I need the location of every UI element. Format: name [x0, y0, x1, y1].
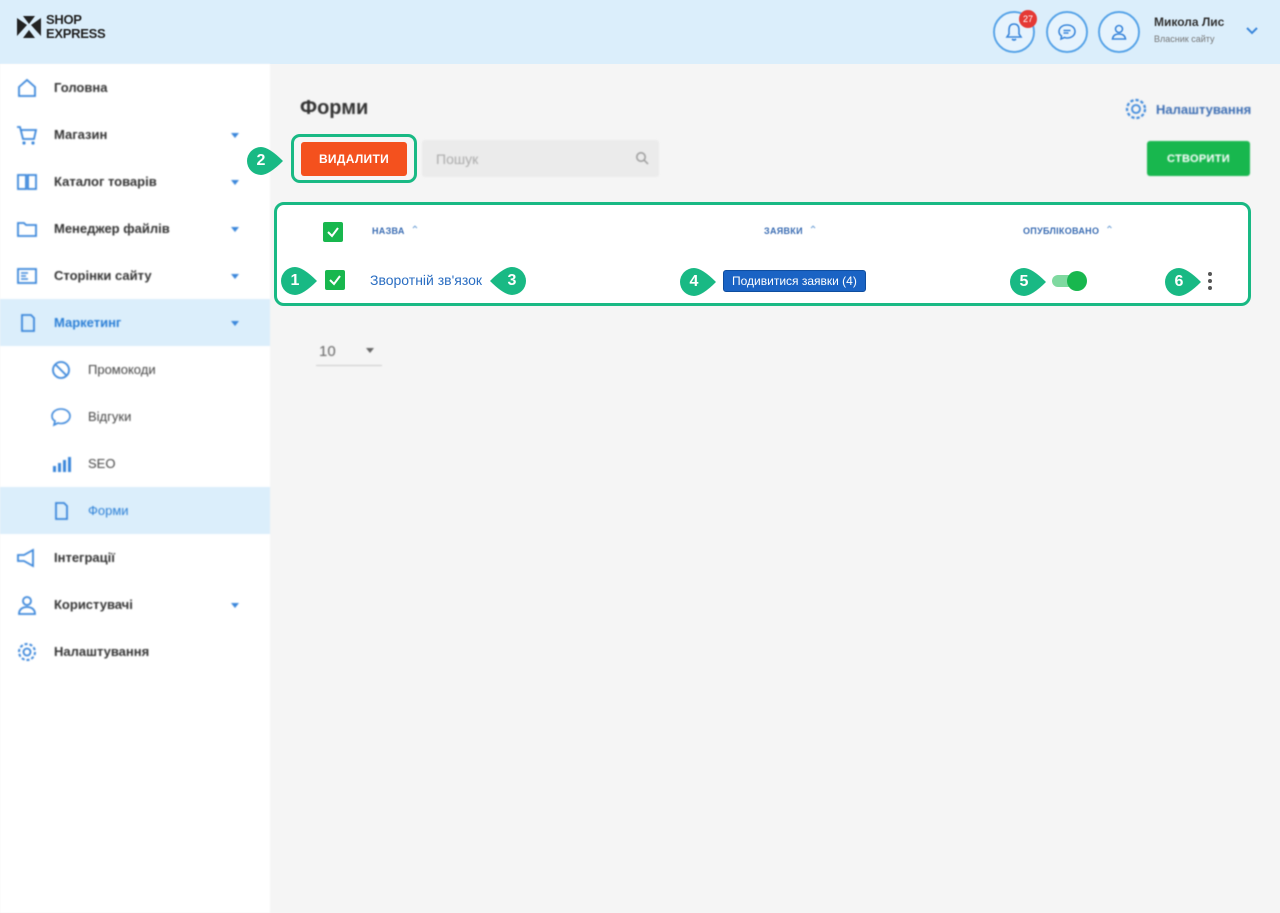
- caret-down-icon: [231, 273, 239, 279]
- pages-icon: [17, 267, 37, 284]
- column-header-published[interactable]: ОПУБЛІКОВАНО ⌃: [1023, 225, 1114, 236]
- logo[interactable]: SHOP EXPRESS: [14, 12, 106, 42]
- sidebar-item-label: Користувачі: [54, 597, 133, 612]
- column-header-label: НАЗВА: [372, 225, 405, 236]
- sidebar-subitem-reviews[interactable]: Відгуки: [0, 393, 270, 440]
- caret-down-icon: [366, 348, 374, 353]
- notifications-button[interactable]: 27: [993, 10, 1037, 53]
- callout-marker-2: 2: [247, 147, 283, 175]
- sort-icon: ⌃: [1105, 225, 1114, 236]
- sidebar-subitem-label: Промокоди: [88, 362, 156, 377]
- reviews-icon: [51, 407, 71, 426]
- view-requests-button[interactable]: Подивитися заявки (4): [723, 270, 866, 292]
- profile-button[interactable]: [1098, 11, 1140, 53]
- sidebar-subitem-promocodes[interactable]: Промокоди: [0, 346, 270, 393]
- cart-icon: [17, 125, 38, 145]
- home-icon: [18, 78, 36, 97]
- sidebar-subitem-seo[interactable]: SEO: [0, 440, 270, 487]
- forms-icon: [55, 501, 68, 520]
- sidebar: Головна Магазин Каталог товарів Менеджер…: [0, 64, 270, 913]
- sort-icon: ⌃: [808, 225, 818, 236]
- megaphone-icon: [17, 547, 34, 568]
- gear-icon: [18, 642, 36, 661]
- callout-marker-3: 3: [490, 267, 526, 295]
- callout-marker-4: 4: [680, 268, 716, 296]
- marketing-icon: [21, 313, 35, 332]
- top-header: SHOP EXPRESS 27 Микола Лис Власник сайту: [0, 0, 1280, 64]
- select-all-checkbox[interactable]: [323, 222, 343, 242]
- chat-icon: [1058, 24, 1076, 41]
- checkmark-icon: [327, 227, 339, 238]
- checkmark-icon: [329, 275, 341, 286]
- sidebar-item-label: Інтеграції: [54, 550, 115, 565]
- seo-icon: [53, 456, 71, 472]
- messages-button[interactable]: [1046, 11, 1088, 53]
- sort-icon: ⌃: [410, 225, 420, 236]
- sidebar-item-shop[interactable]: Магазин: [0, 111, 270, 158]
- sidebar-item-integrations[interactable]: Інтеграції: [0, 534, 270, 581]
- per-page-select[interactable]: 10: [316, 340, 382, 366]
- create-button[interactable]: СТВОРИТИ: [1147, 141, 1250, 176]
- column-header-name[interactable]: НАЗВА ⌃: [372, 225, 419, 236]
- logo-text-line1: SHOP: [46, 12, 82, 27]
- sidebar-item-label: Менеджер файлів: [54, 221, 170, 236]
- column-header-label: ОПУБЛІКОВАНО: [1023, 225, 1100, 236]
- sidebar-item-label: Головна: [54, 80, 108, 95]
- sidebar-subitem-label: SEO: [88, 456, 116, 471]
- more-actions-icon[interactable]: [1204, 272, 1216, 290]
- user-role: Власник сайту: [1154, 34, 1215, 44]
- sidebar-subitem-label: Форми: [88, 503, 129, 518]
- sidebar-item-label: Налаштування: [54, 644, 150, 659]
- search-icon[interactable]: [635, 151, 649, 165]
- sidebar-item-label: Маркетинг: [54, 315, 122, 330]
- row-checkbox[interactable]: [325, 270, 345, 290]
- callout-marker-1: 1: [281, 267, 317, 295]
- per-page-value: 10: [319, 343, 336, 360]
- sidebar-subitem-label: Відгуки: [88, 409, 132, 424]
- catalog-icon: [17, 173, 37, 190]
- column-header-requests[interactable]: ЗАЯВКИ ⌃: [764, 225, 818, 236]
- callout-marker-5: 5: [1010, 268, 1046, 296]
- sidebar-item-label: Каталог товарів: [54, 174, 157, 189]
- caret-down-icon: [231, 179, 239, 185]
- sidebar-item-file-manager[interactable]: Менеджер файлів: [0, 205, 270, 252]
- sidebar-item-users[interactable]: Користувачі: [0, 581, 270, 628]
- sidebar-item-home[interactable]: Головна: [0, 64, 270, 111]
- sidebar-item-pages[interactable]: Сторінки сайту: [0, 252, 270, 299]
- callout-marker-6: 6: [1165, 268, 1201, 296]
- search-input[interactable]: [422, 140, 659, 177]
- caret-down-icon: [231, 132, 239, 138]
- chevron-down-icon[interactable]: [1245, 24, 1259, 38]
- settings-link-label: Налаштування: [1156, 101, 1252, 117]
- user-icon: [1111, 24, 1127, 40]
- logo-text-line2: EXPRESS: [46, 26, 106, 41]
- sidebar-item-settings[interactable]: Налаштування: [0, 628, 270, 675]
- notifications-badge: 27: [1019, 10, 1037, 28]
- search-box: [422, 140, 659, 177]
- caret-down-icon: [231, 320, 239, 326]
- column-header-label: ЗАЯВКИ: [764, 225, 803, 236]
- delete-button[interactable]: ВИДАЛИТИ: [301, 142, 407, 176]
- settings-link[interactable]: Налаштування: [1124, 97, 1251, 121]
- toggle-knob: [1067, 271, 1087, 291]
- published-toggle[interactable]: [1052, 271, 1088, 291]
- sidebar-item-label: Магазин: [54, 127, 108, 142]
- sidebar-item-label: Сторінки сайту: [54, 268, 152, 283]
- form-name-link[interactable]: Зворотній зв'язок: [370, 272, 482, 288]
- logo-icon: [17, 16, 41, 38]
- user-icon: [18, 595, 36, 615]
- sidebar-subitem-forms[interactable]: Форми: [0, 487, 270, 534]
- promo-icon: [52, 360, 70, 379]
- user-name[interactable]: Микола Лис: [1154, 15, 1224, 29]
- folder-icon: [17, 221, 37, 237]
- gear-icon: [1125, 98, 1147, 120]
- sidebar-item-marketing[interactable]: Маркетинг: [0, 299, 270, 346]
- caret-down-icon: [231, 226, 239, 232]
- sidebar-item-catalog[interactable]: Каталог товарів: [0, 158, 270, 205]
- caret-down-icon: [231, 602, 239, 608]
- page-title: Форми: [300, 97, 369, 119]
